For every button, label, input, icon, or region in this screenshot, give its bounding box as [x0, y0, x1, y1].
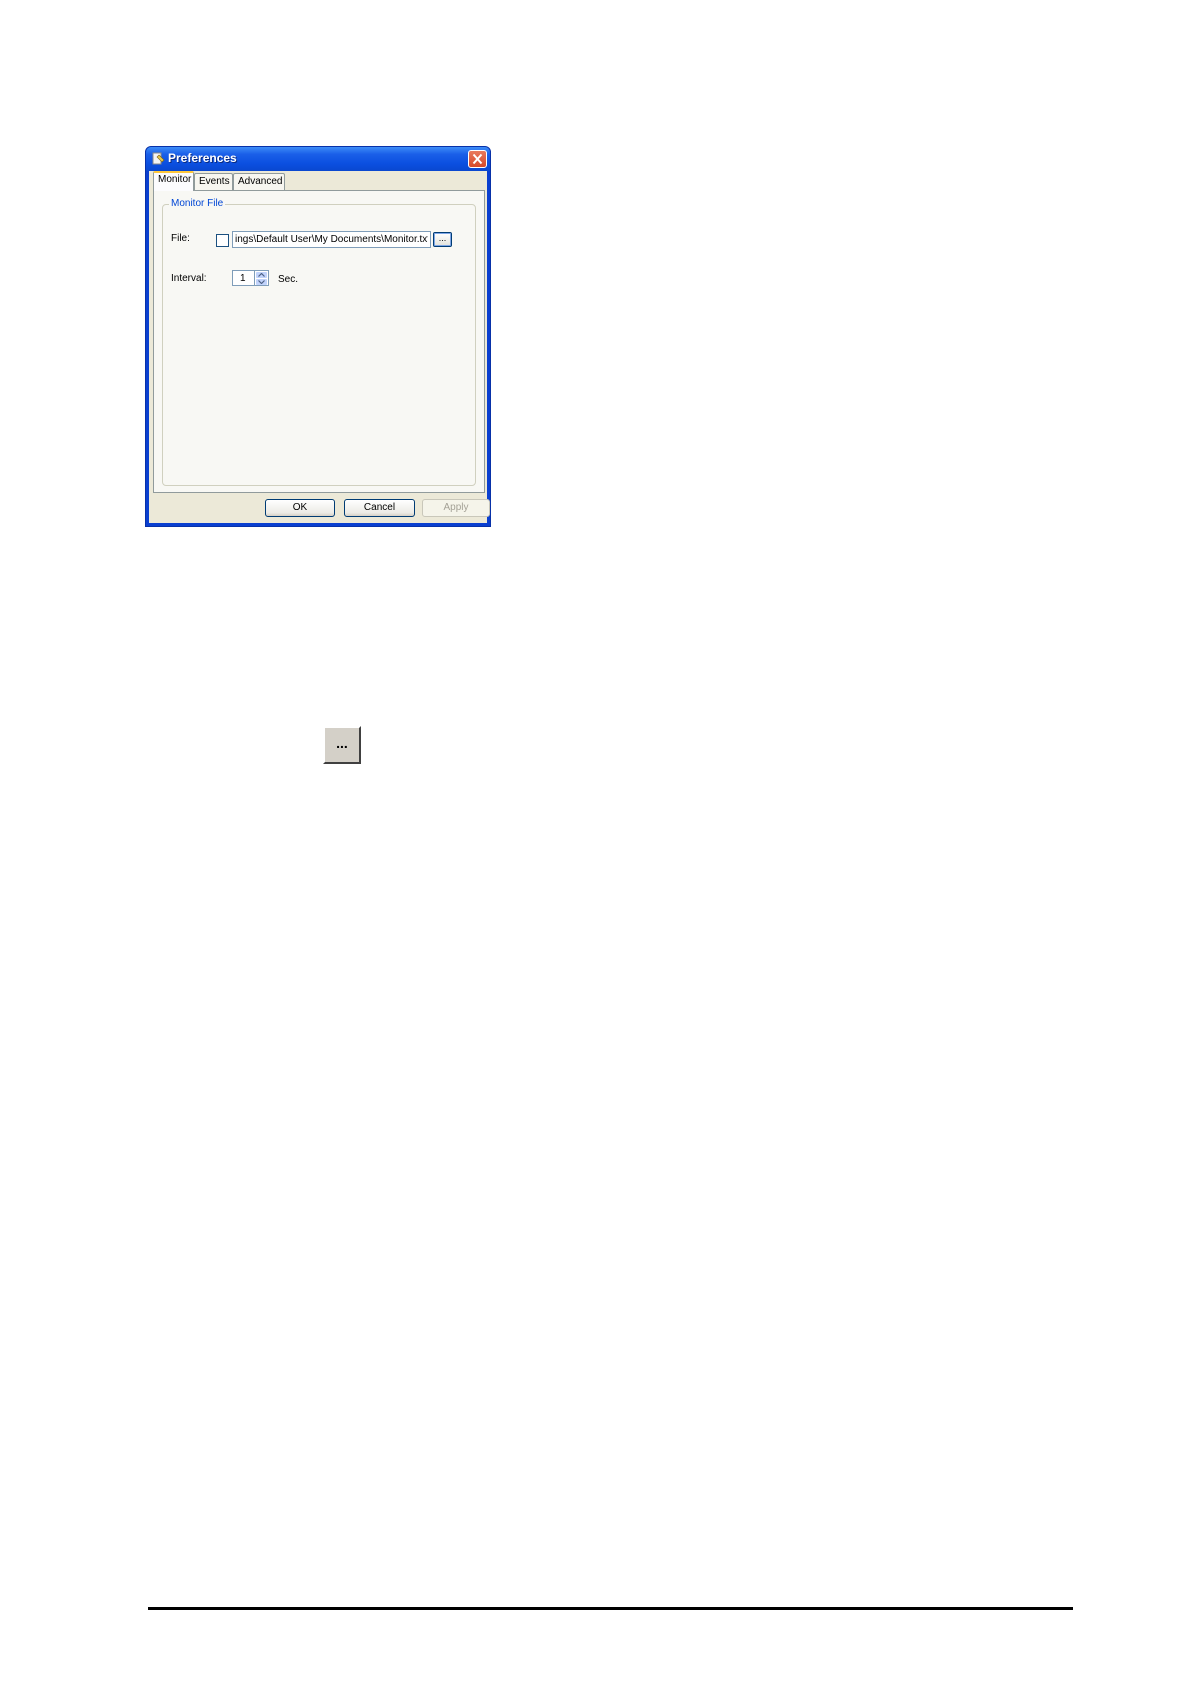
- group-title: Monitor File: [169, 198, 226, 209]
- apply-button[interactable]: Apply: [422, 499, 490, 517]
- interval-spinner: [255, 270, 269, 286]
- file-checkbox[interactable]: [216, 234, 229, 247]
- close-button[interactable]: [468, 150, 487, 168]
- browse-button[interactable]: ...: [433, 232, 452, 247]
- browse-button-large[interactable]: ...: [323, 726, 361, 764]
- tab-events-label: Events: [199, 176, 230, 187]
- preferences-icon: [152, 152, 165, 165]
- tab-advanced-label: Advanced: [238, 176, 283, 187]
- tab-monitor[interactable]: Monitor: [153, 171, 194, 191]
- interval-label: Interval:: [171, 273, 207, 284]
- title-bar[interactable]: Preferences: [146, 147, 490, 171]
- monitor-file-group: Monitor File File: ... Interval: Sec.: [162, 198, 476, 486]
- monitor-tab-panel: Monitor File File: ... Interval: Sec.: [153, 190, 485, 493]
- preferences-dialog: Preferences Monitor Events Advanced Moni…: [145, 146, 491, 527]
- ok-button[interactable]: OK: [265, 499, 335, 517]
- tab-monitor-label: Monitor: [158, 174, 192, 185]
- dialog-client-area: Monitor Events Advanced Monitor File Fil…: [149, 171, 490, 523]
- interval-unit: Sec.: [278, 274, 299, 285]
- tab-advanced[interactable]: Advanced: [233, 173, 285, 190]
- cancel-button[interactable]: Cancel: [344, 499, 415, 517]
- close-icon: [472, 153, 483, 165]
- interval-input[interactable]: [232, 270, 255, 286]
- spin-up-button[interactable]: [256, 272, 267, 278]
- footer-divider: [148, 1607, 1073, 1610]
- file-path-input[interactable]: [232, 231, 431, 248]
- dialog-title: Preferences: [168, 151, 237, 165]
- chevron-down-icon: [258, 280, 265, 284]
- spin-down-button[interactable]: [256, 279, 267, 285]
- chevron-up-icon: [258, 273, 265, 277]
- file-label: File:: [171, 233, 190, 244]
- tab-events[interactable]: Events: [194, 173, 233, 190]
